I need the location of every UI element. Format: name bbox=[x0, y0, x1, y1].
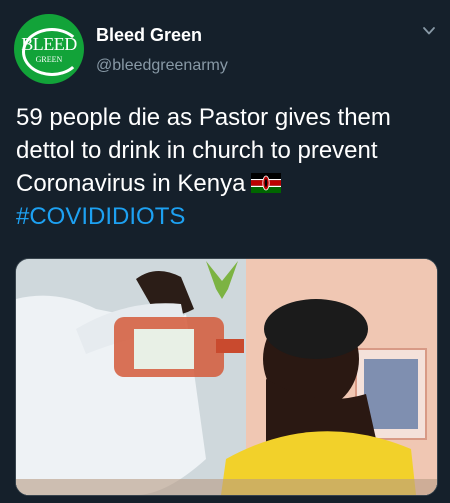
photo-illustration bbox=[16, 259, 437, 495]
tweet-body: 59 people die as Pastor gives them detto… bbox=[16, 104, 391, 197]
avatar-logo-subtext: GREEN bbox=[35, 55, 63, 64]
avatar-logo-text: BLEED bbox=[21, 34, 77, 54]
chevron-down-icon[interactable] bbox=[422, 24, 436, 38]
hashtag-link[interactable]: #COVIDIDIOTS bbox=[16, 200, 436, 233]
tweet-text: 59 people die as Pastor gives them detto… bbox=[16, 101, 436, 233]
display-name[interactable]: Bleed Green bbox=[96, 25, 202, 46]
tweet-photo[interactable] bbox=[15, 258, 438, 496]
user-handle[interactable]: @bleedgreenarmy bbox=[96, 57, 228, 75]
kenya-flag-icon bbox=[251, 172, 282, 193]
tweet-card: BLEED GREEN Bleed Green @bleedgreenarmy … bbox=[0, 0, 450, 503]
avatar[interactable]: BLEED GREEN bbox=[14, 14, 84, 84]
